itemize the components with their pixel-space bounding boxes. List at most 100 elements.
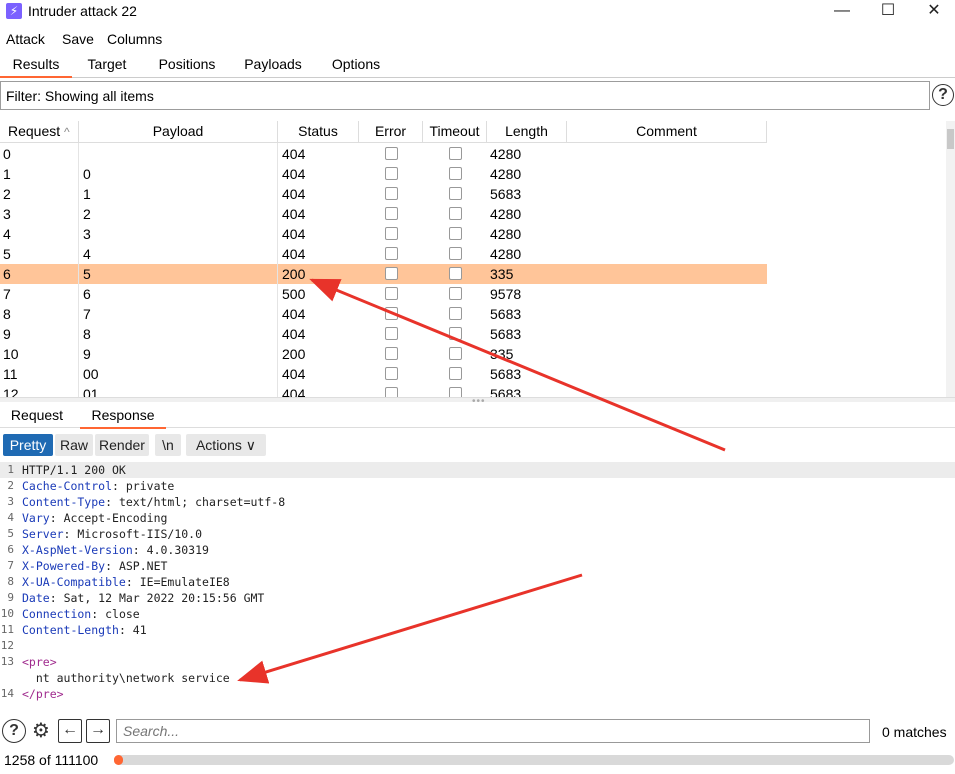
cell-status: 404 xyxy=(282,366,306,382)
tab-payloads[interactable]: Payloads xyxy=(240,56,306,78)
table-scrollbar[interactable] xyxy=(946,121,955,397)
header-val: Accept-Encoding xyxy=(63,511,168,525)
sort-ascending-icon: ^ xyxy=(64,125,70,139)
table-row[interactable]: 5 4 404 4280 xyxy=(0,244,767,264)
timeout-checkbox xyxy=(449,367,462,380)
tab-response[interactable]: Response xyxy=(80,407,166,429)
column-header-request[interactable]: Request ^ xyxy=(0,121,79,143)
actions-dropdown[interactable]: Actions ∨ xyxy=(186,434,266,456)
table-row[interactable]: 1 0 404 4280 xyxy=(0,164,767,184)
filter-bar[interactable]: Filter: Showing all items xyxy=(0,81,930,110)
code-line: 7 X-Powered-By: ASP.NET xyxy=(0,558,955,574)
help-icon[interactable]: ? xyxy=(2,719,26,743)
gear-icon[interactable]: ⚙ xyxy=(29,719,53,743)
timeout-checkbox xyxy=(449,247,462,260)
table-row[interactable]: 0 404 4280 xyxy=(0,144,767,164)
column-header-timeout[interactable]: Timeout xyxy=(423,121,487,143)
render-button[interactable]: Render xyxy=(95,434,149,456)
minimize-button[interactable]: — xyxy=(819,0,865,24)
timeout-checkbox xyxy=(449,207,462,220)
cell-length: 5683 xyxy=(490,186,522,202)
table-row[interactable]: 8 7 404 5683 xyxy=(0,304,767,324)
timeout-checkbox xyxy=(449,307,462,320)
cell-length: 9578 xyxy=(490,286,522,302)
back-arrow-icon[interactable]: ← xyxy=(58,719,82,743)
column-header-length[interactable]: Length xyxy=(487,121,567,143)
error-checkbox xyxy=(385,267,398,280)
header-sep: : xyxy=(118,623,133,637)
table-row[interactable]: 6 5 200 335 xyxy=(0,264,767,284)
timeout-checkbox xyxy=(449,187,462,200)
newline-toggle-button[interactable]: \n xyxy=(155,434,181,456)
code-text: Cache-Control: private xyxy=(22,478,174,494)
code-text: </pre> xyxy=(22,686,64,702)
menu-attack[interactable]: Attack xyxy=(6,31,45,47)
cell-request: 11 xyxy=(3,366,18,382)
error-checkbox xyxy=(385,327,398,340)
error-checkbox xyxy=(385,227,398,240)
cell-payload: 00 xyxy=(83,366,99,382)
tab-target[interactable]: Target xyxy=(76,56,138,78)
column-separator xyxy=(277,143,278,397)
scrollbar-thumb[interactable] xyxy=(947,129,954,149)
line-number: 11 xyxy=(0,623,14,636)
code-line: 6 X-AspNet-Version: 4.0.30319 xyxy=(0,542,955,558)
header-sep: : xyxy=(105,495,119,509)
table-row[interactable]: 7 6 500 9578 xyxy=(0,284,767,304)
tab-positions[interactable]: Positions xyxy=(152,56,222,78)
column-header-payload[interactable]: Payload xyxy=(79,121,278,143)
split-divider[interactable]: ••• xyxy=(0,396,955,407)
raw-button[interactable]: Raw xyxy=(55,434,93,456)
close-button[interactable]: ✕ xyxy=(911,0,955,24)
pretty-button[interactable]: Pretty xyxy=(3,434,53,456)
header-key: Vary xyxy=(22,511,50,525)
cell-status: 404 xyxy=(282,246,306,262)
error-checkbox xyxy=(385,347,398,360)
table-row[interactable]: 4 3 404 4280 xyxy=(0,224,767,244)
code-line: 1 HTTP/1.1 200 OK xyxy=(0,462,955,478)
header-sep: : xyxy=(105,559,119,573)
column-header-status[interactable]: Status xyxy=(278,121,359,143)
forward-arrow-icon[interactable]: → xyxy=(86,719,110,743)
timeout-checkbox xyxy=(449,167,462,180)
timeout-checkbox xyxy=(449,347,462,360)
search-input[interactable] xyxy=(116,719,870,743)
code-line: 9 Date: Sat, 12 Mar 2022 20:15:56 GMT xyxy=(0,590,955,606)
attack-progress-bar xyxy=(114,755,954,765)
html-tag: </pre> xyxy=(22,687,64,701)
table-row[interactable]: 11 00 404 5683 xyxy=(0,364,767,384)
cell-length: 4280 xyxy=(490,146,522,162)
response-editor[interactable]: 1 HTTP/1.1 200 OK 2 Cache-Control: private 3… xyxy=(0,462,955,712)
column-header-comment[interactable]: Comment xyxy=(567,121,767,143)
help-icon[interactable]: ? xyxy=(932,84,954,106)
table-row[interactable]: 10 9 200 335 xyxy=(0,344,767,364)
cell-request: 6 xyxy=(3,266,11,282)
table-row[interactable]: 12 01 404 5683 xyxy=(0,384,767,397)
cell-payload: 3 xyxy=(83,226,91,242)
line-number: 5 xyxy=(7,527,14,540)
table-row[interactable]: 2 1 404 5683 xyxy=(0,184,767,204)
error-checkbox xyxy=(385,167,398,180)
menu-bar: Attack Save Columns xyxy=(0,28,955,50)
table-row[interactable]: 9 8 404 5683 xyxy=(0,324,767,344)
column-header-error[interactable]: Error xyxy=(359,121,423,143)
progress-fill xyxy=(114,755,124,765)
table-row[interactable]: 3 2 404 4280 xyxy=(0,204,767,224)
menu-columns[interactable]: Columns xyxy=(107,31,162,47)
tab-options[interactable]: Options xyxy=(324,56,388,78)
cell-payload: 6 xyxy=(83,286,91,302)
header-key: Cache-Control xyxy=(22,479,113,493)
tab-request[interactable]: Request xyxy=(4,407,70,429)
menu-save[interactable]: Save xyxy=(62,31,94,47)
maximize-button[interactable]: ☐ xyxy=(865,0,911,24)
code-text: <pre> xyxy=(22,654,57,670)
code-text: X-Powered-By: ASP.NET xyxy=(22,558,167,574)
cell-request: 9 xyxy=(3,326,11,342)
header-key: Server xyxy=(22,527,64,541)
header-key: Date xyxy=(22,591,50,605)
timeout-checkbox xyxy=(449,147,462,160)
response-toolbar: Pretty Raw Render \n Actions ∨ xyxy=(0,432,955,458)
timeout-checkbox xyxy=(449,287,462,300)
tab-results[interactable]: Results xyxy=(0,56,72,78)
window-title: Intruder attack 22 xyxy=(28,3,137,19)
